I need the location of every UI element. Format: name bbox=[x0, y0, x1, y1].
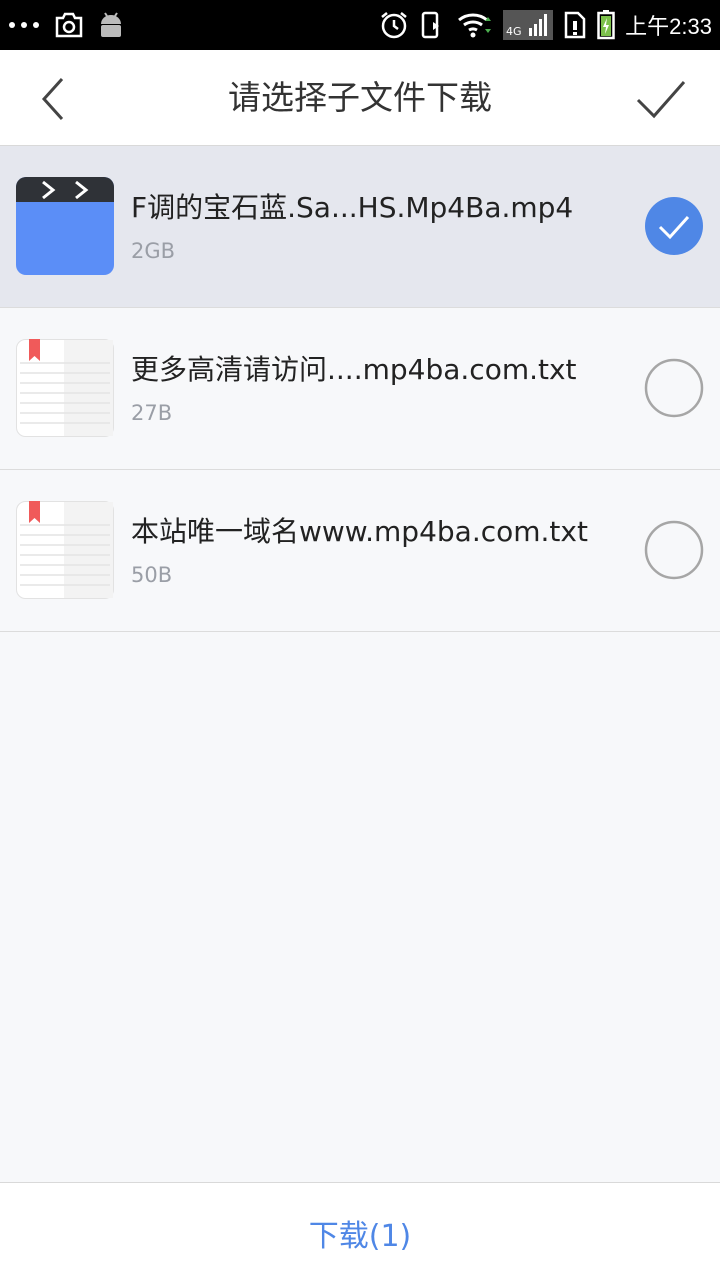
file-size: 50B bbox=[131, 563, 173, 587]
unchecked-circle-icon[interactable] bbox=[644, 358, 704, 418]
sim-alert-icon bbox=[563, 11, 587, 39]
status-time: 上午2:33 bbox=[625, 14, 712, 39]
video-file-icon bbox=[16, 177, 114, 275]
file-size: 27B bbox=[131, 401, 173, 425]
more-dots-icon bbox=[8, 20, 40, 30]
bottom-bar: 下载(1) bbox=[0, 1182, 720, 1280]
checkmark-icon bbox=[636, 81, 686, 119]
signal-4g-icon: 4G bbox=[503, 10, 554, 40]
screenshot-camera-icon bbox=[54, 12, 84, 38]
file-name: 更多高清请访问....mp4ba.com.txt bbox=[131, 353, 577, 386]
file-row-text[interactable]: 更多高清请访问....mp4ba.com.txt 27B bbox=[0, 308, 720, 470]
page-title: 请选择子文件下载 bbox=[228, 78, 492, 117]
file-size: 2GB bbox=[131, 239, 176, 263]
android-icon bbox=[98, 11, 124, 39]
checked-circle-icon[interactable] bbox=[644, 196, 704, 256]
text-file-icon bbox=[16, 339, 114, 437]
unchecked-circle-icon[interactable] bbox=[644, 520, 704, 580]
status-bar-left bbox=[8, 0, 138, 50]
battery-charging-icon bbox=[597, 10, 615, 40]
file-row-text[interactable]: 本站唯一域名www.mp4ba.com.txt 50B bbox=[0, 470, 720, 632]
confirm-button[interactable] bbox=[630, 74, 690, 124]
status-bar: 4G 上午2:33 bbox=[0, 0, 720, 50]
file-name: 本站唯一域名www.mp4ba.com.txt bbox=[131, 515, 588, 548]
text-file-icon bbox=[16, 501, 114, 599]
alarm-icon bbox=[379, 10, 409, 40]
download-button[interactable]: 下载(1) bbox=[0, 1183, 720, 1280]
svg-text:4G: 4G bbox=[506, 25, 522, 38]
header: 请选择子文件下载 bbox=[0, 50, 720, 146]
status-bar-right: 4G 上午2:33 bbox=[379, 0, 712, 50]
file-name: F调的宝石蓝.Sa...HS.Mp4Ba.mp4 bbox=[131, 191, 574, 224]
file-list: F调的宝石蓝.Sa...HS.Mp4Ba.mp4 2GB 更多高清请访问....… bbox=[0, 146, 720, 632]
file-row-video[interactable]: F调的宝石蓝.Sa...HS.Mp4Ba.mp4 2GB bbox=[0, 146, 720, 308]
vibrate-icon bbox=[419, 10, 447, 40]
wifi-icon bbox=[457, 11, 493, 39]
